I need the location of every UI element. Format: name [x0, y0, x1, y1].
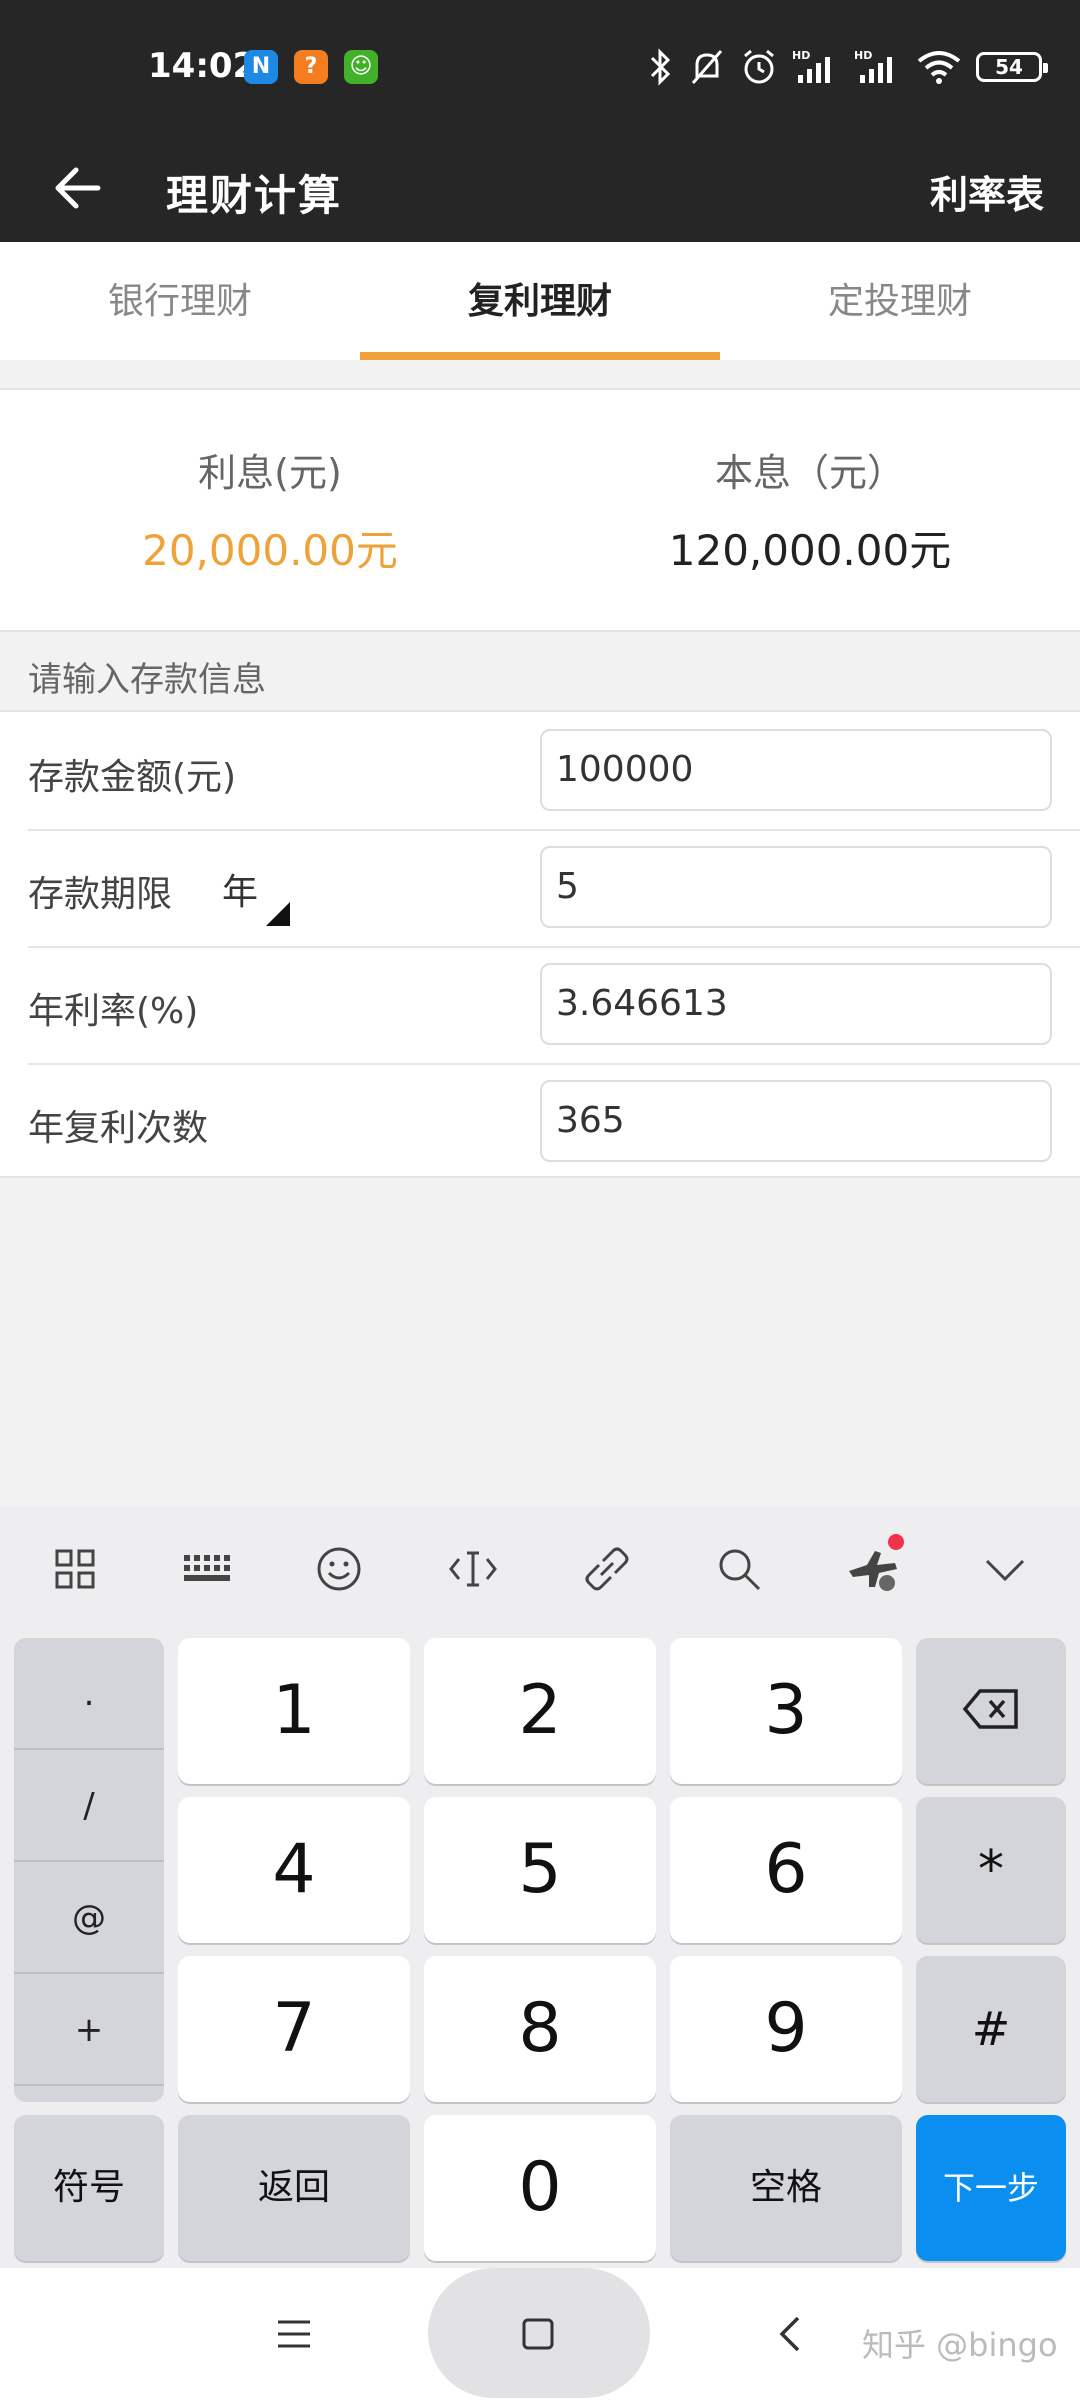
form-row-rate: 年利率(%) 3.646613 — [0, 946, 1080, 1063]
key-3[interactable]: 3 — [670, 1638, 902, 1784]
face-app-icon: ☺ — [344, 50, 378, 84]
symbol-key-dot[interactable]: . — [14, 1638, 164, 1750]
deposit-form: 存款金额(元) 100000 存款期限 年 5 年利率(%) 3.646613 … — [0, 710, 1080, 1178]
key-5[interactable]: 5 — [424, 1797, 656, 1943]
term-input[interactable]: 5 — [540, 846, 1052, 928]
section-header: 请输入存款信息 — [0, 632, 1080, 710]
notification-dot — [888, 1534, 904, 1550]
interest-block: 利息(元) 20,000.00元 — [0, 442, 540, 578]
backspace-icon — [962, 1689, 1018, 1729]
keyboard-layout-icon[interactable] — [174, 1536, 240, 1602]
status-time: 14:02 — [148, 46, 257, 86]
symbol-mode-key[interactable]: 符号 — [14, 2115, 164, 2261]
nav-back-icon[interactable] — [776, 2314, 802, 2354]
keyboard-toolbar — [0, 1506, 1080, 1630]
home-button[interactable] — [428, 2268, 650, 2398]
next-step-key[interactable]: 下一步 — [916, 2115, 1066, 2261]
key-0[interactable]: 0 — [424, 2115, 656, 2261]
total-value: 120,000.00元 — [668, 526, 952, 575]
back-arrow-icon[interactable] — [50, 158, 110, 218]
watermark-text: 知乎 @bingo — [862, 2326, 1058, 2364]
rate-label: 年利率(%) — [28, 991, 199, 1032]
backspace-key[interactable] — [916, 1638, 1066, 1784]
symbol-key-at[interactable]: @ — [14, 1862, 164, 1974]
amount-input[interactable]: 100000 — [540, 729, 1052, 811]
emoji-icon[interactable] — [306, 1536, 372, 1602]
symbol-key-slash[interactable]: / — [14, 1750, 164, 1862]
grid-menu-icon[interactable] — [42, 1536, 108, 1602]
total-block: 本息（元） 120,000.00元 — [540, 442, 1080, 578]
bluetooth-icon — [650, 48, 671, 86]
question-app-icon: ? — [294, 50, 328, 84]
key-6[interactable]: 6 — [670, 1797, 902, 1943]
app-header: 理财计算 利率表 — [0, 134, 1080, 242]
dropdown-triangle-icon[interactable] — [266, 902, 290, 926]
svg-text:HD: HD — [792, 49, 810, 62]
key-hash[interactable]: # — [916, 1956, 1066, 2102]
tab-compound-finance[interactable]: 复利理财 — [360, 242, 720, 360]
ai-assistant-icon[interactable] — [840, 1534, 906, 1602]
tab-bank-finance[interactable]: 银行理财 — [0, 242, 360, 360]
interest-value: 20,000.00元 — [142, 526, 398, 575]
result-summary: 利息(元) 20,000.00元 本息（元） 120,000.00元 — [0, 388, 1080, 632]
signal-hd-icon-1: HD — [792, 49, 830, 83]
space-key[interactable]: 空格 — [670, 2115, 902, 2261]
key-8[interactable]: 8 — [424, 1956, 656, 2102]
key-2[interactable]: 2 — [424, 1638, 656, 1784]
compound-input[interactable]: 365 — [540, 1080, 1052, 1162]
key-4[interactable]: 4 — [178, 1797, 410, 1943]
search-icon[interactable] — [706, 1536, 772, 1602]
term-unit-select[interactable]: 年 — [222, 863, 258, 915]
key-9[interactable]: 9 — [670, 1956, 902, 2102]
signal-hd-icon-2: HD — [854, 49, 892, 83]
key-7[interactable]: 7 — [178, 1956, 410, 2102]
form-row-compound: 年复利次数 365 — [0, 1063, 1080, 1180]
interest-label: 利息(元) — [198, 451, 342, 495]
form-row-amount: 存款金额(元) 100000 — [0, 712, 1080, 829]
status-bar: 14:02 N ? ☺ HD HD 54 — [0, 0, 1080, 134]
tab-bar: 银行理财 复利理财 定投理财 — [0, 242, 1080, 360]
symbol-key-plus[interactable]: + — [14, 1974, 164, 2086]
term-label: 存款期限 — [28, 874, 173, 915]
total-label: 本息（元） — [714, 451, 905, 495]
rate-table-link[interactable]: 利率表 — [930, 164, 1044, 219]
form-row-term: 存款期限 年 5 — [0, 829, 1080, 946]
page-title: 理财计算 — [166, 171, 343, 220]
home-square-icon — [522, 2318, 554, 2350]
numeric-keyboard: . / @ + 1 2 3 4 5 6 * 7 8 9 # 符号 返回 0 空格… — [0, 1506, 1080, 2268]
wifi-icon — [917, 51, 961, 84]
battery-icon: 54 — [976, 52, 1048, 82]
svg-text:HD: HD — [854, 49, 872, 62]
compound-label: 年复利次数 — [28, 1108, 209, 1149]
rate-input[interactable]: 3.646613 — [540, 963, 1052, 1045]
back-key[interactable]: 返回 — [178, 2115, 410, 2261]
cursor-move-icon[interactable] — [440, 1536, 506, 1602]
collapse-keyboard-icon[interactable] — [972, 1536, 1038, 1602]
mute-bell-icon — [691, 50, 723, 84]
key-1[interactable]: 1 — [178, 1638, 410, 1784]
status-icons: HD HD 54 — [648, 44, 1048, 90]
clipboard-link-icon[interactable] — [574, 1536, 640, 1602]
symbol-column: . / @ + — [14, 1638, 164, 2102]
section-title: 请输入存款信息 — [28, 660, 266, 700]
menu-icon[interactable] — [276, 2318, 312, 2350]
tab-fixed-investment[interactable]: 定投理财 — [720, 242, 1080, 360]
alarm-icon — [744, 49, 774, 84]
amount-label: 存款金额(元) — [28, 757, 237, 798]
n-app-icon: N — [244, 50, 278, 84]
key-star[interactable]: * — [916, 1797, 1066, 1943]
